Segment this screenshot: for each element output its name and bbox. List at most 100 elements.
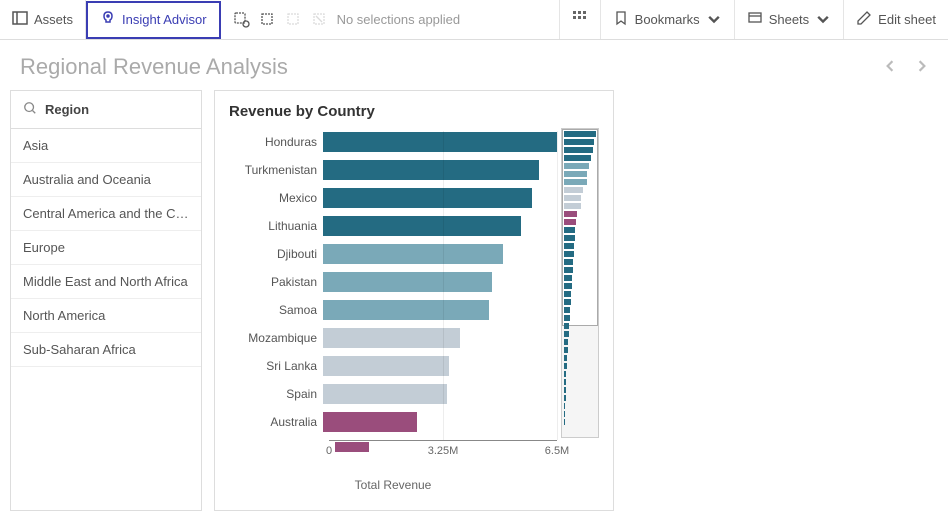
minimap-bar — [564, 203, 581, 209]
panel-icon — [12, 10, 28, 29]
minimap-bar — [564, 131, 596, 137]
page-header: Regional Revenue Analysis — [0, 40, 948, 90]
selections-bar: No selections applied — [221, 11, 559, 29]
bar-label: Mexico — [229, 191, 323, 205]
minimap-bar — [564, 411, 565, 417]
assets-button[interactable]: Assets — [0, 0, 86, 39]
minimap-bar — [564, 307, 570, 313]
x-axis: 03.25M6.5M — [329, 440, 557, 470]
bar-row[interactable]: Turkmenistan — [229, 156, 557, 184]
chevron-down-icon — [706, 12, 722, 28]
bookmarks-button[interactable]: Bookmarks — [600, 0, 735, 39]
bar[interactable] — [323, 132, 557, 152]
x-axis-label: Total Revenue — [229, 478, 557, 492]
minimap-bar — [564, 299, 571, 305]
minimap-bar — [564, 315, 570, 321]
filter-item[interactable]: Middle East and North Africa — [11, 265, 201, 299]
bar-row[interactable]: Sri Lanka — [229, 352, 557, 380]
bar-row[interactable]: Samoa — [229, 296, 557, 324]
bar-label: Lithuania — [229, 219, 323, 233]
insight-advisor-button[interactable]: Insight Advisor — [86, 1, 221, 39]
filter-item[interactable]: Europe — [11, 231, 201, 265]
chart-title: Revenue by Country — [229, 103, 599, 120]
bar-row[interactable]: Honduras — [229, 128, 557, 156]
bar[interactable] — [323, 384, 447, 404]
chart-minimap[interactable] — [561, 128, 599, 438]
bar[interactable] — [323, 300, 489, 320]
minimap-bar — [564, 283, 572, 289]
bar-label: Mozambique — [229, 331, 323, 345]
edit-sheet-button[interactable]: Edit sheet — [844, 0, 948, 39]
minimap-bar — [564, 179, 587, 185]
next-sheet-button[interactable] — [916, 60, 928, 75]
step-back-icon[interactable] — [259, 11, 277, 29]
filter-item[interactable]: Sub-Saharan Africa — [11, 333, 201, 367]
axis-tick: 6.5M — [545, 445, 569, 457]
filter-item[interactable]: North America — [11, 299, 201, 333]
bar-label: Australia — [229, 415, 323, 429]
minimap-bar — [564, 387, 566, 393]
bar-label: Spain — [229, 387, 323, 401]
insight-label: Insight Advisor — [122, 12, 207, 27]
prev-sheet-button[interactable] — [884, 60, 896, 75]
bar-label: Samoa — [229, 303, 323, 317]
minimap-bar — [564, 395, 566, 401]
bar-label: Turkmenistan — [229, 163, 323, 177]
minimap-bar — [564, 243, 574, 249]
minimap-bar — [564, 195, 581, 201]
bar-label: Honduras — [229, 135, 323, 149]
minimap-bar — [564, 347, 568, 353]
minimap-bar — [564, 379, 566, 385]
bar-row[interactable]: Australia — [229, 408, 557, 436]
minimap-bar — [564, 363, 567, 369]
bar[interactable] — [323, 188, 532, 208]
bar-row[interactable]: Spain — [229, 380, 557, 408]
minimap-bar — [564, 267, 573, 273]
smart-select-icon[interactable] — [233, 11, 251, 29]
selections-tool-button[interactable] — [559, 0, 600, 39]
bookmark-icon — [613, 10, 629, 29]
minimap-bar — [564, 171, 587, 177]
sheet-pager — [884, 60, 928, 75]
chevron-down-icon — [815, 12, 831, 28]
page-title: Regional Revenue Analysis — [20, 54, 288, 80]
bar-label: Pakistan — [229, 275, 323, 289]
sheets-label: Sheets — [769, 12, 809, 27]
bar[interactable] — [323, 356, 449, 376]
sheets-button[interactable]: Sheets — [735, 0, 844, 39]
no-selections-text: No selections applied — [337, 12, 461, 27]
bar[interactable] — [323, 160, 539, 180]
filter-item[interactable]: Central America and the Cari… — [11, 197, 201, 231]
axis-tick: 0 — [326, 445, 332, 457]
search-icon — [23, 101, 37, 118]
bar[interactable] — [323, 412, 417, 432]
bar-row[interactable]: Pakistan — [229, 268, 557, 296]
chart-revenue-by-country[interactable]: Revenue by Country Honduras Turkmenistan M… — [214, 90, 614, 511]
filter-header[interactable]: Region — [11, 91, 201, 129]
minimap-bar — [564, 275, 572, 281]
minimap-bar — [564, 291, 571, 297]
assets-label: Assets — [34, 12, 73, 27]
step-forward-icon — [285, 11, 303, 29]
bar-row[interactable]: Lithuania — [229, 212, 557, 240]
filter-item[interactable]: Asia — [11, 129, 201, 163]
filter-pane-region[interactable]: Region AsiaAustralia and OceaniaCentral … — [10, 90, 202, 511]
filter-item[interactable]: Australia and Oceania — [11, 163, 201, 197]
minimap-bar — [564, 219, 576, 225]
minimap-bar — [564, 251, 574, 257]
minimap-bar — [564, 139, 594, 145]
bar-row[interactable]: Djibouti — [229, 240, 557, 268]
bar[interactable] — [323, 244, 503, 264]
minimap-bar — [564, 235, 575, 241]
bar[interactable] — [323, 272, 492, 292]
edit-label: Edit sheet — [878, 12, 936, 27]
minimap-bar — [564, 331, 569, 337]
bar[interactable] — [323, 216, 521, 236]
bar-row[interactable]: Mozambique — [229, 324, 557, 352]
minimap-bar — [564, 155, 591, 161]
grid-icon — [572, 10, 588, 29]
bar[interactable] — [323, 328, 460, 348]
bar-row[interactable]: Mexico — [229, 184, 557, 212]
insight-icon — [100, 10, 116, 29]
minimap-bar — [564, 187, 583, 193]
